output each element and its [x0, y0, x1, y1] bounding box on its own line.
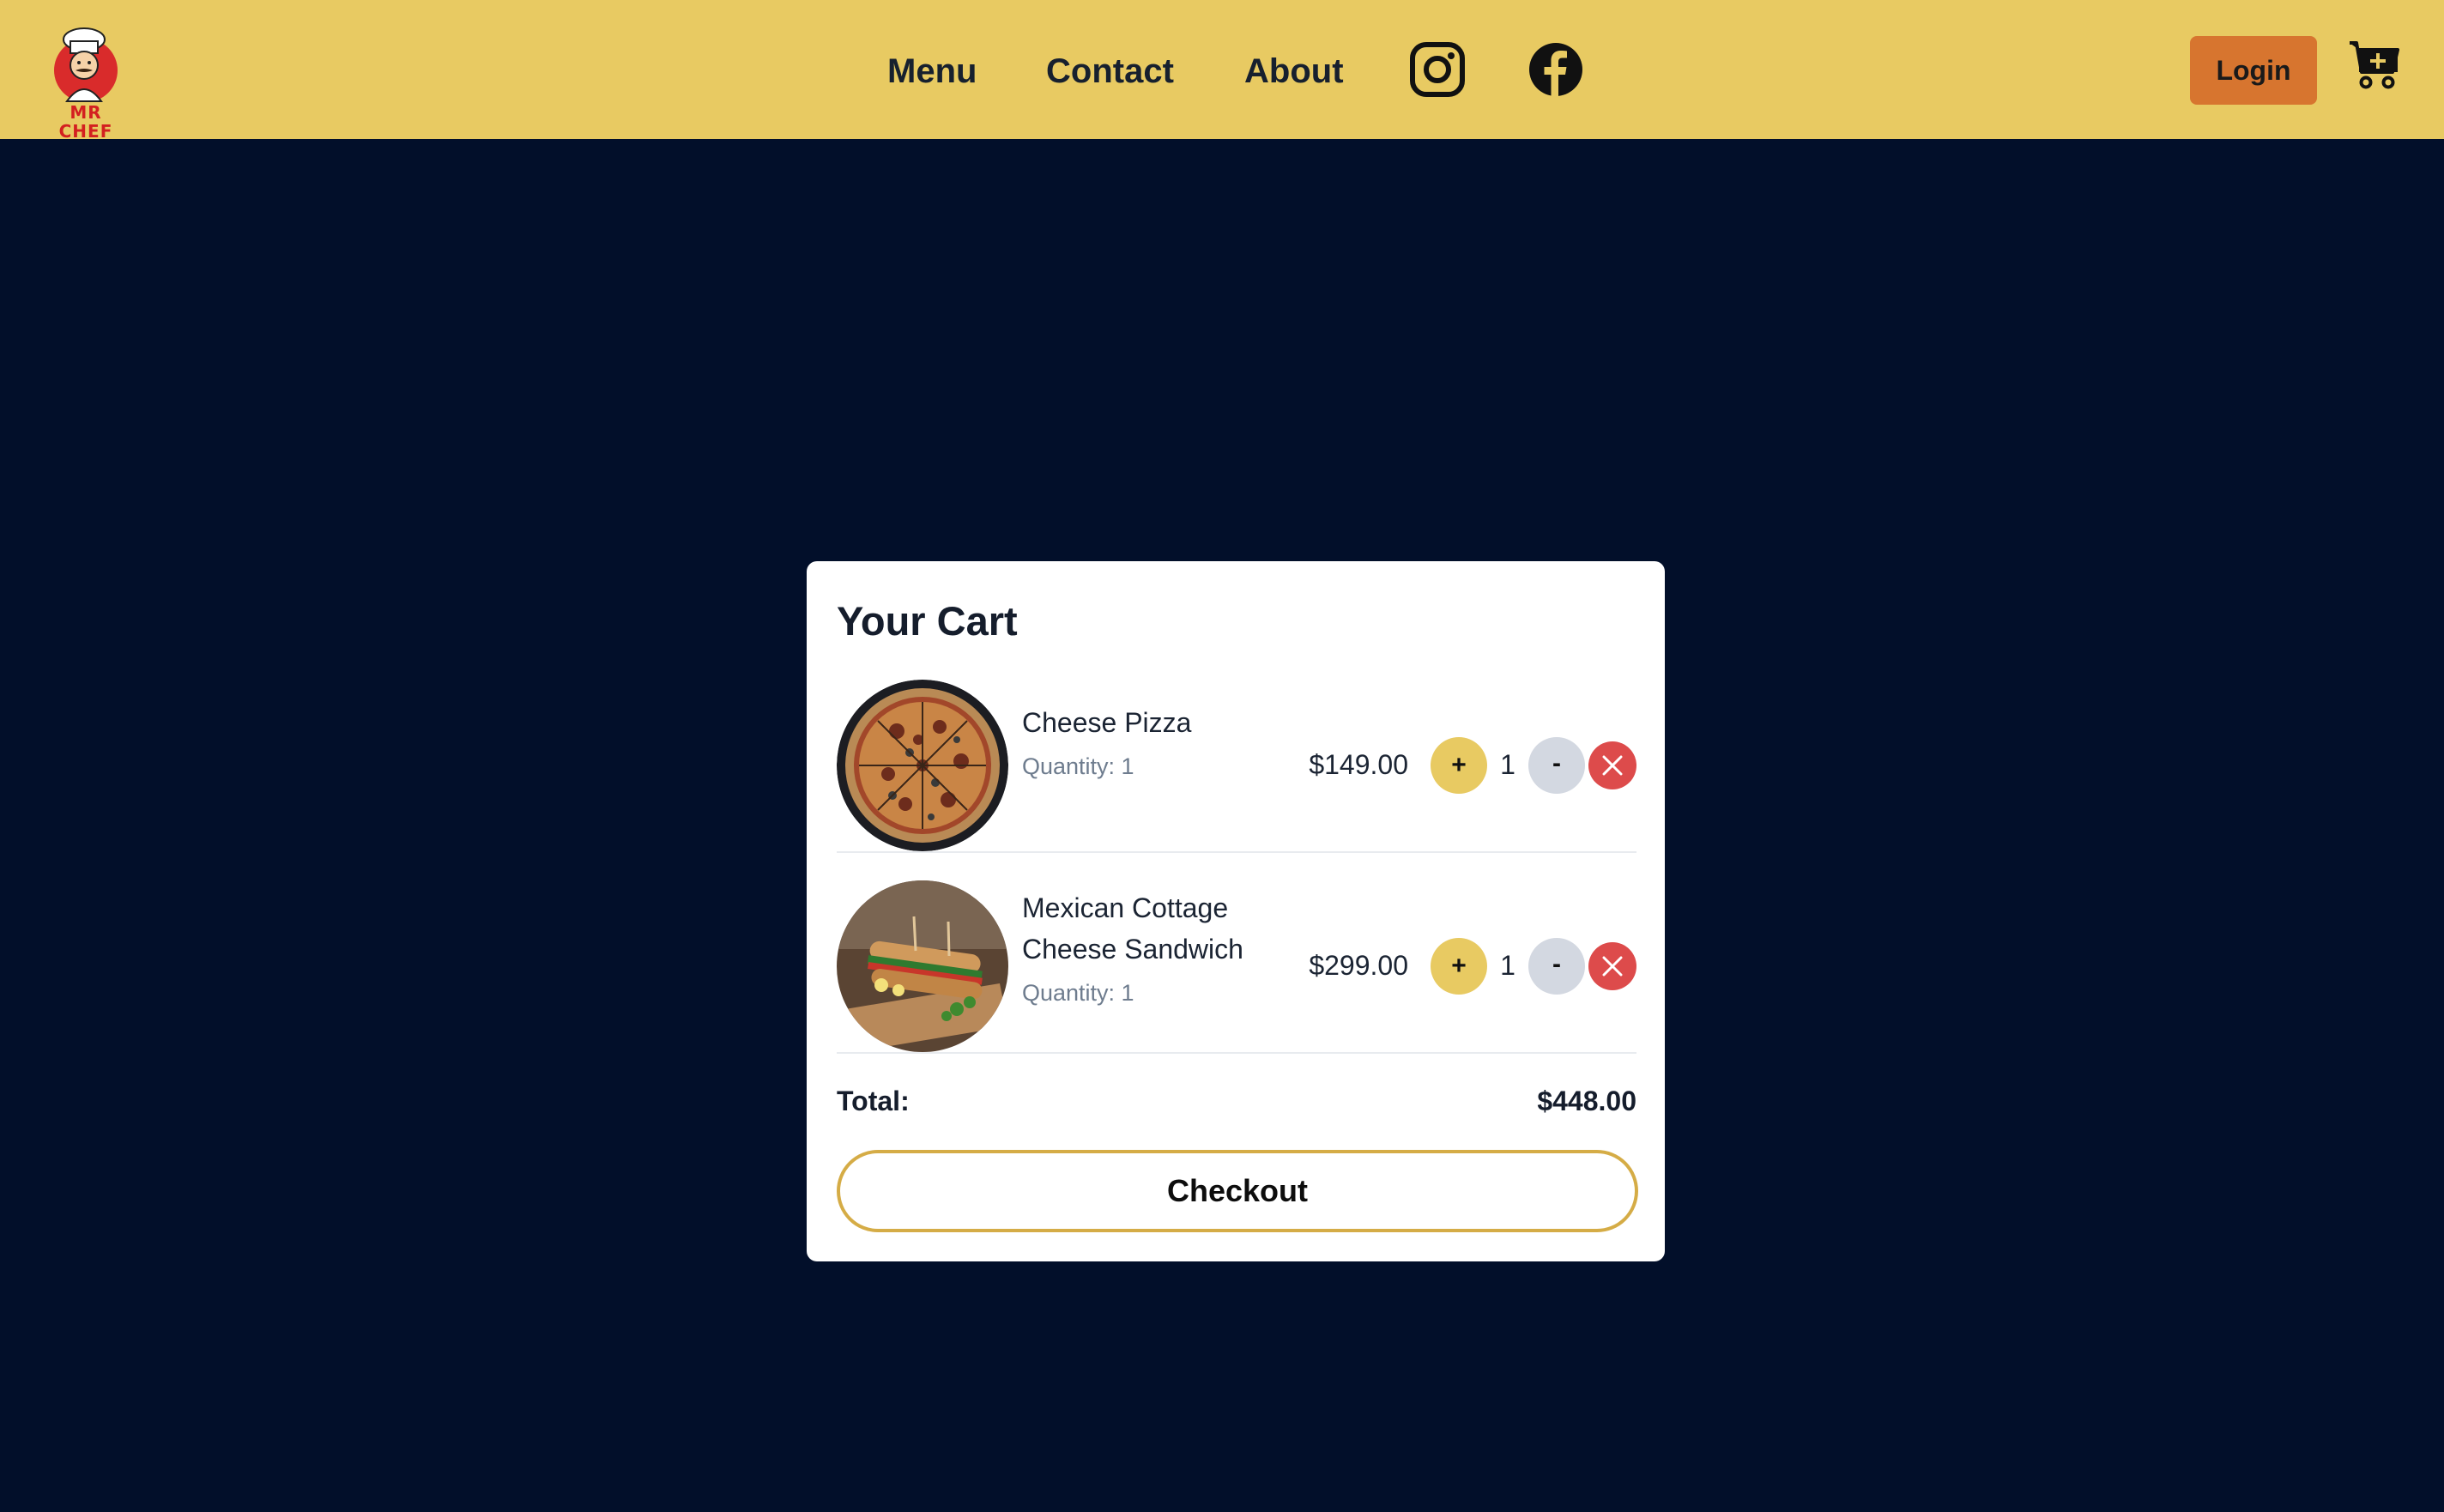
chef-mascot-icon	[54, 27, 118, 102]
close-icon	[1602, 956, 1623, 977]
item-quantity-label: Quantity: 1	[1022, 753, 1134, 779]
total-value: $448.00	[1537, 1086, 1636, 1116]
quantity-value: 1	[1500, 950, 1515, 981]
nav-about-link[interactable]: About	[1244, 48, 1344, 94]
increase-quantity-button[interactable]: +	[1431, 737, 1487, 794]
item-name: Cheese Pizza	[1022, 707, 1192, 738]
nav-contact-link[interactable]: Contact	[1046, 48, 1174, 94]
total-label: Total:	[837, 1086, 910, 1116]
checkout-button[interactable]: Checkout	[837, 1150, 1638, 1232]
decrease-quantity-button[interactable]: -	[1528, 938, 1585, 995]
cart-panel: Your Cart Cheese Pizza Quantity: 1 $149.…	[807, 561, 1665, 1261]
remove-item-button[interactable]	[1588, 741, 1636, 789]
facebook-icon[interactable]	[1527, 40, 1585, 99]
nav-menu-link[interactable]: Menu	[887, 48, 977, 94]
top-header: MR CHEF Menu Contact About Login	[0, 0, 2444, 141]
item-name-line-2: Cheese Sandwich	[1022, 934, 1243, 965]
close-icon	[1602, 755, 1623, 776]
cart-item: Cheese Pizza Quantity: 1 $149.00 + 1 -	[837, 680, 1636, 853]
logo-text: MR CHEF	[58, 102, 113, 142]
cheese-pizza-image	[837, 680, 1008, 851]
cart-plus-icon[interactable]	[2348, 38, 2401, 91]
remove-item-button[interactable]	[1588, 942, 1636, 990]
item-price: $149.00	[1309, 749, 1408, 780]
decrease-quantity-button[interactable]: -	[1528, 737, 1585, 794]
increase-quantity-button[interactable]: +	[1431, 938, 1487, 995]
cart-title: Your Cart	[837, 598, 1018, 644]
item-price: $299.00	[1309, 950, 1408, 981]
item-name-line-1: Mexican Cottage	[1022, 892, 1229, 923]
login-button[interactable]: Login	[2190, 36, 2317, 105]
quantity-value: 1	[1500, 749, 1515, 780]
instagram-icon[interactable]	[1408, 40, 1467, 99]
sandwich-image	[837, 880, 1008, 1052]
cart-item: Mexican Cottage Cheese Sandwich Quantity…	[837, 880, 1636, 1054]
item-quantity-label: Quantity: 1	[1022, 980, 1134, 1006]
mr-chef-logo[interactable]: MR CHEF	[45, 22, 127, 141]
